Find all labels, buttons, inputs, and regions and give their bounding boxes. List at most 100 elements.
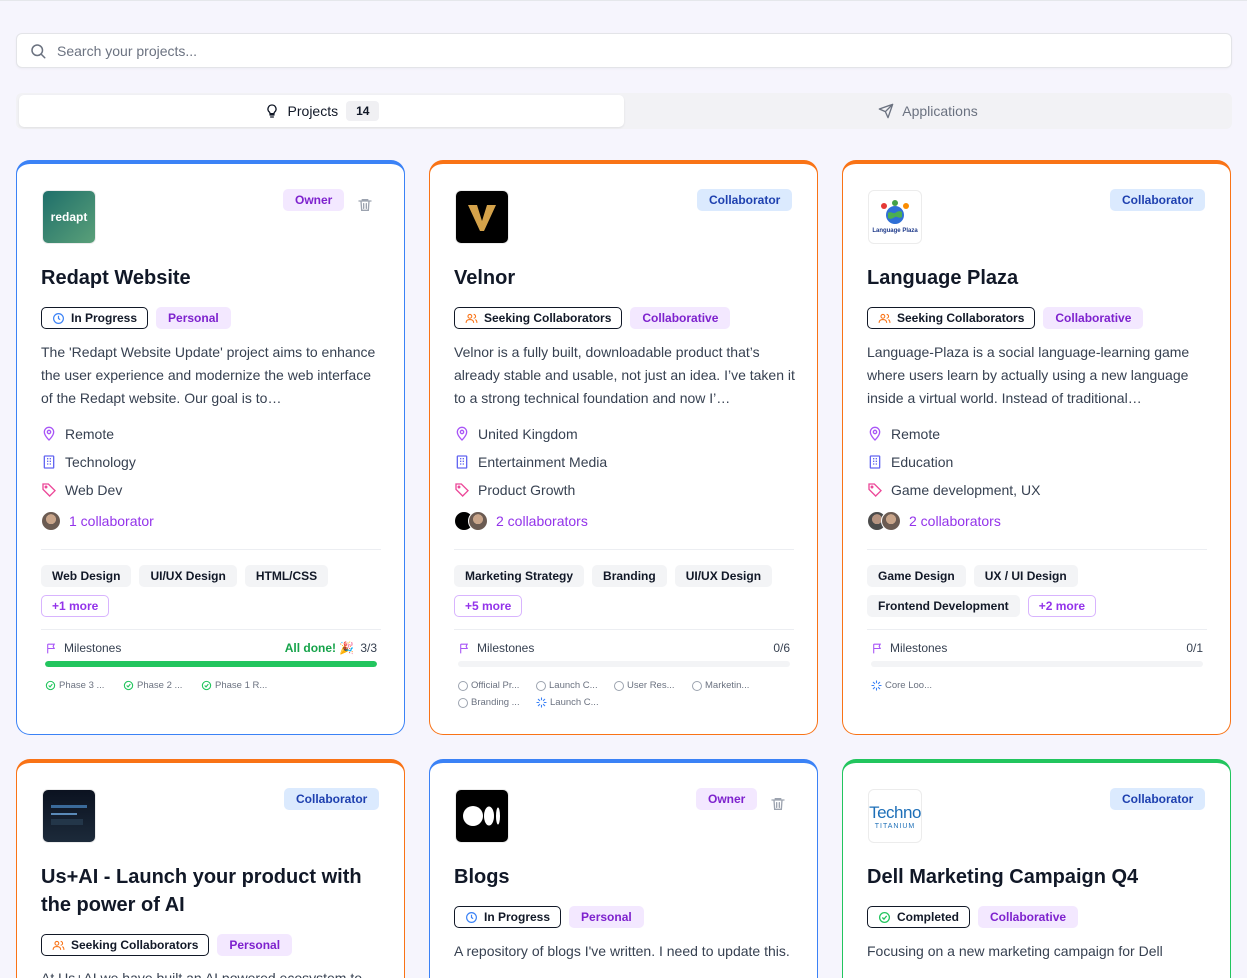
project-logo: [455, 789, 509, 843]
milestones-progress-fill: [45, 661, 377, 667]
industry-label: Technology: [65, 454, 136, 470]
type-badge: Personal: [156, 307, 231, 329]
empty-circle-icon: [614, 680, 624, 691]
status-label: Completed: [897, 910, 960, 924]
milestone-label: Branding ...: [471, 697, 520, 708]
tab-projects-label: Projects: [287, 103, 339, 119]
project-logo: [455, 190, 509, 244]
check-circle-icon: [878, 911, 891, 923]
avatar: [41, 511, 61, 531]
collaborators-row[interactable]: 1 collaborator: [41, 511, 154, 531]
collaborators-row[interactable]: 2 collaborators: [867, 511, 1001, 531]
skill-tag: Game Design: [867, 565, 966, 587]
milestone-label: Phase 1 R...: [215, 680, 268, 691]
milestone-label: Launch C...: [549, 680, 598, 691]
skills-list: Game Design UX / UI Design Frontend Deve…: [867, 565, 1212, 617]
project-card[interactable]: Language Plaza Collaborator Language Pla…: [842, 160, 1231, 735]
milestone-label: Marketin...: [705, 680, 750, 691]
project-card[interactable]: redapt Owner Redapt Website In Progress …: [16, 160, 405, 735]
skills-list: Marketing Strategy Branding UI/UX Design…: [454, 565, 799, 617]
lightbulb-icon: [266, 104, 277, 118]
users-icon: [878, 313, 891, 323]
building-icon: [869, 455, 881, 469]
status-label: Seeking Collaborators: [484, 311, 612, 325]
role-badge: Collaborator: [284, 788, 380, 810]
project-card[interactable]: Techno TITANIUM Collaborator Dell Market…: [842, 759, 1231, 978]
role-badge: Collaborator: [1110, 788, 1206, 810]
more-skills-button[interactable]: +1 more: [41, 595, 110, 617]
avatar: [881, 511, 901, 531]
medium-logo-icon: [463, 806, 500, 826]
project-title[interactable]: Redapt Website: [41, 264, 381, 292]
divider: [41, 549, 381, 550]
globe-logo-icon: [881, 200, 909, 224]
search-input[interactable]: [57, 34, 1217, 67]
project-title[interactable]: Language Plaza: [867, 264, 1207, 292]
status-badge: Seeking Collaborators: [867, 307, 1036, 329]
collaborators-link[interactable]: 2 collaborators: [496, 513, 588, 529]
milestones-count: 0/1: [1186, 641, 1203, 655]
loader-icon: [871, 680, 882, 691]
project-title[interactable]: Dell Marketing Campaign Q4: [867, 863, 1207, 891]
project-description: Focusing on a new marketing campaign for…: [867, 943, 1163, 959]
clock-icon: [53, 312, 64, 324]
collaborators-link[interactable]: 2 collaborators: [909, 513, 1001, 529]
role-badge: Owner: [696, 788, 758, 810]
project-card[interactable]: Owner Blogs In Progress Personal A repos…: [429, 759, 818, 978]
type-badge: Collaborative: [978, 906, 1079, 928]
check-circle-icon: [123, 680, 134, 691]
more-skills-button[interactable]: +2 more: [1027, 595, 1097, 617]
search-bar[interactable]: [16, 33, 1232, 68]
logo-subtext: TITANIUM: [874, 822, 916, 830]
tab-projects[interactable]: Projects 14: [19, 95, 624, 127]
project-logo: Language Plaza: [868, 190, 922, 244]
divider: [454, 629, 794, 630]
skill-tag: UI/UX Design: [674, 565, 773, 587]
loader-icon: [536, 697, 547, 708]
all-done-label: All done! 🎉: [284, 641, 355, 655]
tags-label: Product Growth: [478, 482, 576, 498]
milestone-label: Core Loo...: [885, 680, 932, 691]
role-badge: Collaborator: [1110, 189, 1206, 211]
milestones-label: Milestones: [477, 641, 535, 655]
send-icon: [878, 103, 894, 119]
logo-text: redapt: [50, 210, 88, 224]
milestone-item: Core Loo...: [871, 680, 945, 691]
status-label: Seeking Collaborators: [897, 311, 1025, 325]
skills-list: Web Design UI/UX Design HTML/CSS +1 more: [41, 565, 386, 617]
skill-tag: Web Design: [41, 565, 132, 587]
type-badge: Collaborative: [1043, 307, 1144, 329]
tags-label: Web Dev: [65, 482, 123, 498]
more-skills-button[interactable]: +5 more: [454, 595, 523, 617]
tag-icon: [42, 483, 56, 497]
project-card[interactable]: Collaborator Velnor Seeking Collaborator…: [429, 160, 818, 735]
project-title[interactable]: Us+AI - Launch your product with the pow…: [41, 863, 381, 919]
milestone-list: Phase 3 ... Phase 2 ... Phase 1 R...: [45, 680, 385, 691]
milestones-header: Milestones All done! 🎉 3/3: [45, 641, 377, 655]
building-icon: [43, 455, 55, 469]
location-row: Remote: [41, 426, 114, 442]
divider: [867, 549, 1207, 550]
milestones-count: 3/3: [360, 641, 377, 655]
tags-row: Product Growth: [454, 482, 575, 498]
trash-icon[interactable]: [357, 197, 373, 213]
collaborators-row[interactable]: 2 collaborators: [454, 511, 588, 531]
search-icon: [31, 44, 46, 59]
collaborators-link[interactable]: 1 collaborator: [69, 513, 154, 529]
milestone-label: Launch C...: [550, 697, 599, 708]
tag-icon: [455, 483, 469, 497]
industry-label: Education: [891, 454, 954, 470]
tag-icon: [868, 483, 882, 497]
project-title[interactable]: Blogs: [454, 863, 794, 891]
milestone-item: User Res...: [614, 680, 688, 691]
project-description: Velnor is a fully built, downloadable pr…: [454, 344, 795, 406]
location-label: Remote: [891, 426, 941, 442]
project-card[interactable]: Collaborator Us+AI - Launch your product…: [16, 759, 405, 978]
project-title[interactable]: Velnor: [454, 264, 794, 292]
location-row: United Kingdom: [454, 426, 578, 442]
status-badge: Seeking Collaborators: [41, 934, 210, 956]
industry-label: Entertainment Media: [478, 454, 608, 470]
trash-icon[interactable]: [770, 796, 786, 812]
industry-row: Technology: [41, 454, 136, 470]
tab-applications[interactable]: Applications: [628, 95, 1228, 127]
